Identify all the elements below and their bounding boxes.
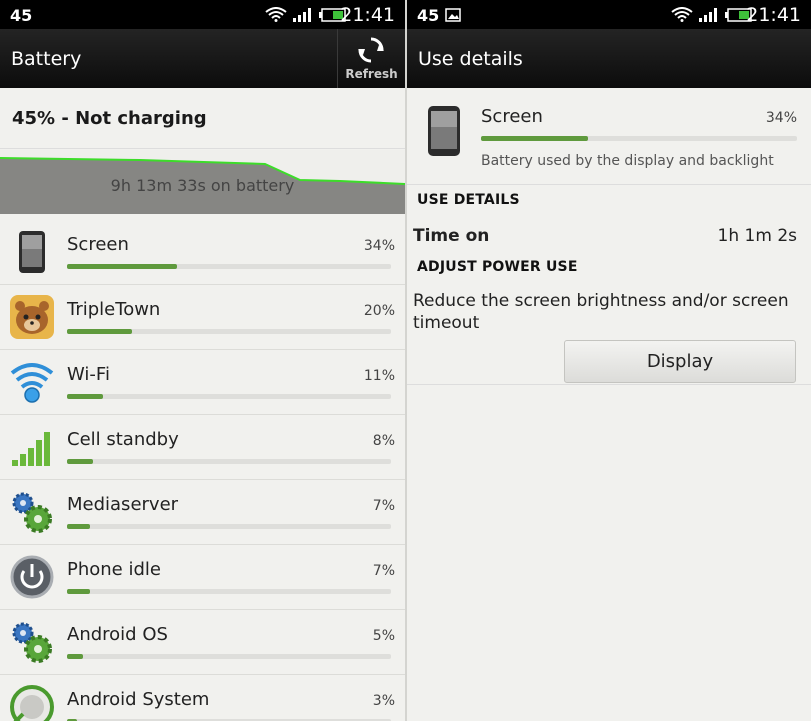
usage-item-label: Phone idle: [67, 559, 161, 580]
usage-item-label: TripleTown: [67, 299, 161, 320]
use-details-screen: 45 21:41 Use details Screen 34% Battery …: [407, 0, 811, 721]
refresh-button[interactable]: Refresh: [337, 29, 405, 88]
usage-item-percent: 11%: [363, 368, 395, 384]
usage-item-label: Cell standby: [67, 429, 179, 450]
usage-bar-fill: [67, 329, 132, 334]
usage-item-phone-idle[interactable]: Phone idle 7%: [0, 545, 405, 610]
signal-status-icon: [699, 8, 717, 22]
usage-item-label: Android OS: [67, 624, 168, 645]
usage-item-percent: 5%: [372, 628, 395, 644]
action-bar: Use details: [407, 29, 811, 88]
adjust-power-description: Reduce the screen brightness and/or scre…: [413, 291, 789, 333]
wifi-status-icon: [265, 7, 287, 22]
usage-bar: [67, 589, 391, 594]
detail-item-label: Screen: [481, 106, 543, 127]
status-bar: 45 21:41: [407, 0, 811, 29]
refresh-icon: [358, 37, 384, 63]
usage-item-cell-standby[interactable]: Cell standby 8%: [0, 415, 405, 480]
page-title: Battery: [11, 48, 82, 70]
usage-bar: [67, 459, 391, 464]
usage-item-android-system[interactable]: Android System 3%: [0, 675, 405, 721]
wifi-status-icon: [671, 7, 693, 22]
detail-item-percent: 34%: [765, 110, 797, 126]
usage-item-percent: 3%: [372, 693, 395, 709]
notification-count: 45: [417, 6, 440, 25]
usage-bar: [67, 329, 391, 334]
usage-bar-fill: [67, 264, 178, 269]
android-system-icon: [10, 685, 54, 721]
usage-item-percent: 7%: [372, 498, 395, 514]
clock: 21:41: [746, 4, 801, 26]
cell-signal-icon: [12, 432, 50, 466]
usage-bar-fill: [67, 589, 90, 594]
usage-item-label: Wi-Fi: [67, 364, 110, 385]
usage-item-wifi[interactable]: Wi-Fi 11%: [0, 350, 405, 415]
time-on-row: Time on 1h 1m 2s: [407, 222, 811, 252]
display-button[interactable]: Display: [564, 340, 796, 383]
usage-bar-fill: [67, 524, 90, 529]
usage-bar: [67, 394, 391, 399]
phone-icon: [19, 231, 45, 273]
usage-item-percent: 20%: [363, 303, 395, 319]
usage-item-label: Screen: [67, 234, 129, 255]
usage-item-mediaserver[interactable]: Mediaserver 7%: [0, 480, 405, 545]
gears-icon: [12, 622, 52, 663]
usage-bar-fill: [67, 394, 103, 399]
signal-status-icon: [293, 8, 311, 22]
divider: [407, 384, 811, 385]
page-title: Use details: [418, 48, 523, 70]
usage-item-tripletown[interactable]: TripleTown 20%: [0, 285, 405, 350]
clock: 21:41: [340, 4, 395, 26]
action-bar: Battery Refresh: [0, 29, 405, 88]
battery-status: 45% - Not charging: [0, 88, 405, 149]
phone-icon: [428, 106, 460, 156]
usage-bar-fill: [67, 459, 93, 464]
wifi-icon: [10, 363, 54, 403]
usage-item-android-os[interactable]: Android OS 5%: [0, 610, 405, 675]
detail-usage-bar-fill: [481, 136, 589, 141]
tripletown-app-icon: [10, 295, 54, 339]
power-icon: [10, 555, 54, 599]
usage-detail-header: Screen 34% Battery used by the display a…: [407, 88, 811, 185]
gears-icon: [12, 492, 52, 533]
usage-bar: [67, 264, 391, 269]
usage-item-percent: 34%: [363, 238, 395, 254]
battery-graph-caption: 9h 13m 33s on battery: [110, 176, 295, 195]
time-on-value: 1h 1m 2s: [717, 226, 797, 246]
usage-item-screen[interactable]: Screen 34%: [0, 220, 405, 285]
usage-item-label: Android System: [67, 689, 210, 710]
detail-usage-bar: [481, 136, 797, 141]
image-notification-icon: [445, 8, 461, 22]
battery-status-text: 45% - Not charging: [12, 108, 207, 129]
time-on-label: Time on: [413, 226, 490, 246]
usage-bar: [67, 524, 391, 529]
notification-count: 45: [10, 6, 33, 25]
adjust-power-heading: ADJUST POWER USE: [417, 259, 578, 275]
usage-bar-fill: [67, 654, 84, 659]
usage-list: Screen 34% TripleTown 20% Wi-Fi 11% Cell…: [0, 220, 405, 721]
status-bar: 45 21:41: [0, 0, 405, 29]
usage-bar: [67, 654, 391, 659]
usage-item-percent: 8%: [372, 433, 395, 449]
usage-item-label: Mediaserver: [67, 494, 179, 515]
battery-graph[interactable]: 9h 13m 33s on battery: [0, 150, 405, 214]
refresh-label: Refresh: [345, 67, 398, 81]
usage-item-percent: 7%: [372, 563, 395, 579]
use-details-heading: USE DETAILS: [417, 192, 520, 208]
battery-screen: 45 21:41 Battery Refresh 45% - Not charg…: [0, 0, 405, 721]
detail-item-description: Battery used by the display and backligh…: [481, 153, 774, 169]
